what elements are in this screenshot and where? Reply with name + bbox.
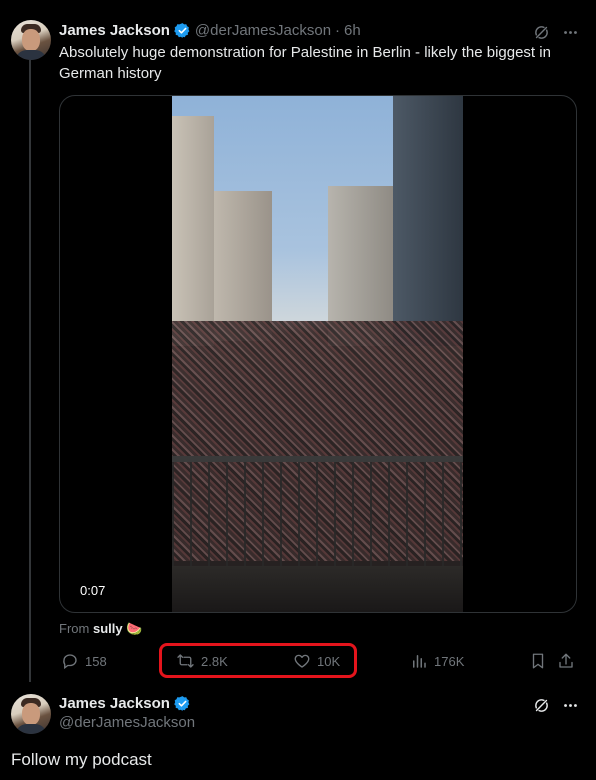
separator-dot: · xyxy=(335,22,341,39)
verified-badge-icon xyxy=(174,696,190,711)
reply-count: 158 xyxy=(85,653,107,669)
from-label: From xyxy=(59,621,90,636)
bookmark-button[interactable] xyxy=(529,648,547,674)
views-button[interactable]: 176K xyxy=(410,648,464,674)
tweet-time[interactable]: 6h xyxy=(344,22,361,39)
video-timestamp: 0:07 xyxy=(80,583,106,598)
tweet-top-icons xyxy=(533,24,579,41)
views-bar-chart-icon xyxy=(413,655,426,668)
views-count: 176K xyxy=(434,653,465,669)
grok-icon[interactable] xyxy=(533,697,550,714)
author-handle[interactable]: @derJamesJackson xyxy=(195,22,331,39)
more-options-icon[interactable] xyxy=(562,697,579,714)
share-button[interactable] xyxy=(557,648,575,674)
reply-text: Follow my podcast xyxy=(11,750,152,769)
verified-badge-icon xyxy=(174,23,190,38)
avatar[interactable] xyxy=(11,20,51,60)
tweet-text: Absolutely huge demonstration for Palest… xyxy=(59,44,551,82)
from-user[interactable]: sully 🍉 xyxy=(93,621,142,636)
reply-author-handle[interactable]: @derJamesJackson xyxy=(59,714,195,731)
reply-top-icons xyxy=(533,697,579,714)
reply-icon xyxy=(63,654,77,670)
reply-author-row: James Jackson xyxy=(59,695,191,712)
reply-button[interactable]: 158 xyxy=(61,648,107,674)
tweet-author-row: James Jackson @derJamesJackson · 6h xyxy=(59,22,361,39)
share-icon xyxy=(559,653,573,668)
bookmark-icon xyxy=(532,653,544,669)
highlight-annotation-box xyxy=(159,643,357,678)
video-player[interactable]: 0:07 xyxy=(59,95,577,613)
thread-connector-line xyxy=(29,60,31,682)
video-source: From sully 🍉 xyxy=(59,621,142,637)
more-options-icon[interactable] xyxy=(562,24,579,41)
grok-icon[interactable] xyxy=(533,24,550,41)
reply-author-name[interactable]: James Jackson xyxy=(59,695,170,712)
author-name[interactable]: James Jackson xyxy=(59,22,170,39)
video-frame[interactable] xyxy=(172,96,463,612)
reply-avatar[interactable] xyxy=(11,694,51,734)
